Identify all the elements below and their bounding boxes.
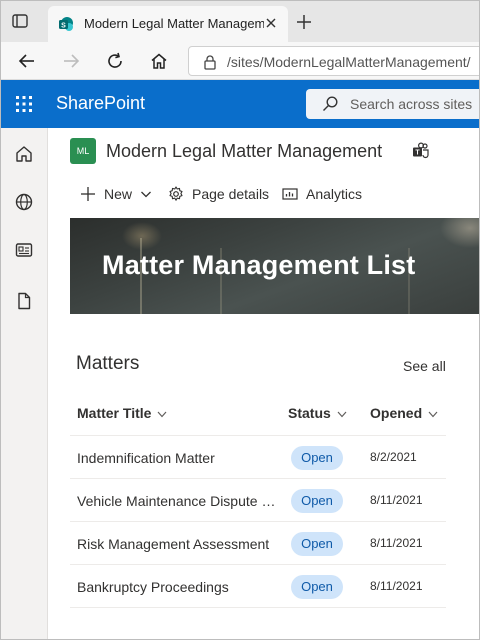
home-icon[interactable] — [150, 52, 168, 70]
column-header-label: Status — [288, 405, 331, 421]
url-text: /sites/ModernLegalMatterManagement/ — [227, 54, 471, 70]
column-header-matter-title[interactable]: Matter Title — [77, 405, 167, 421]
column-header-opened[interactable]: Opened — [370, 405, 438, 421]
window-icon[interactable] — [12, 14, 28, 28]
opened-date: 8/2/2021 — [370, 450, 417, 464]
lock-icon[interactable] — [203, 54, 217, 70]
forward-arrow-icon[interactable] — [62, 52, 80, 70]
new-button[interactable]: New — [104, 186, 132, 202]
teams-icon[interactable]: T — [412, 142, 430, 160]
news-icon[interactable] — [14, 240, 34, 260]
opened-date: 8/11/2021 — [370, 536, 423, 550]
column-header-label: Matter Title — [77, 405, 152, 421]
plus-icon — [81, 187, 95, 201]
opened-date: 8/11/2021 — [370, 493, 423, 507]
tab-title: Modern Legal Matter Management — [84, 16, 264, 31]
matter-title[interactable]: Indemnification Matter — [77, 450, 277, 466]
gear-icon — [169, 186, 183, 201]
column-header-status[interactable]: Status — [288, 405, 347, 421]
home-icon[interactable] — [14, 144, 34, 164]
address-bar: /sites/ModernLegalMatterManagement/ — [0, 42, 480, 80]
browser-tab-strip: S Modern Legal Matter Management — [0, 0, 480, 42]
search-input[interactable]: Search across sites — [306, 89, 480, 119]
analytics-icon — [282, 188, 298, 200]
matter-title[interactable]: Risk Management Assessment — [77, 536, 277, 552]
document-icon[interactable] — [14, 291, 34, 311]
refresh-icon[interactable] — [106, 52, 124, 70]
browser-tab[interactable]: S Modern Legal Matter Management — [48, 6, 288, 42]
column-header-label: Opened — [370, 405, 423, 421]
search-placeholder: Search across sites — [350, 96, 473, 112]
opened-date: 8/11/2021 — [370, 579, 423, 593]
status-badge: Open — [291, 446, 343, 470]
app-launcher-icon[interactable] — [16, 96, 32, 112]
status-badge: Open — [291, 489, 343, 513]
chevron-down-icon[interactable] — [140, 188, 152, 200]
left-app-bar — [0, 128, 48, 640]
page-details-button[interactable]: Page details — [192, 186, 269, 202]
table-row[interactable]: Risk Management Assessment Open 8/11/202… — [70, 522, 446, 565]
chevron-down-icon — [337, 411, 347, 418]
table-row[interactable]: Indemnification Matter Open 8/2/2021 — [70, 436, 446, 479]
app-name[interactable]: SharePoint — [56, 93, 145, 114]
command-bar: New Page details Analytics — [48, 176, 480, 216]
status-badge: Open — [291, 532, 343, 556]
svg-text:S: S — [61, 23, 66, 30]
sharepoint-favicon-icon: S — [59, 17, 73, 31]
url-input[interactable]: /sites/ModernLegalMatterManagement/ — [188, 46, 480, 76]
web-part-title: Matters — [76, 353, 140, 374]
list-header: Matter Title Status Opened — [70, 393, 446, 436]
hero-banner: Matter Management List — [70, 218, 480, 314]
analytics-button[interactable]: Analytics — [306, 186, 362, 202]
table-row[interactable]: Vehicle Maintenance Dispute Resolution O… — [70, 479, 446, 522]
back-arrow-icon[interactable] — [18, 52, 36, 70]
table-row[interactable]: Bankruptcy Proceedings Open 8/11/2021 — [70, 565, 446, 608]
suite-bar: SharePoint Search across sites — [0, 80, 480, 128]
svg-text:T: T — [415, 150, 420, 157]
matter-title[interactable]: Vehicle Maintenance Dispute Resolution — [77, 493, 277, 509]
site-title[interactable]: Modern Legal Matter Management — [106, 141, 382, 162]
status-badge: Open — [291, 575, 343, 599]
close-icon[interactable] — [264, 16, 278, 30]
site-logo[interactable]: ML — [70, 138, 96, 164]
see-all-link[interactable]: See all — [403, 358, 446, 374]
banner-title: Matter Management List — [102, 250, 416, 280]
search-icon — [323, 96, 338, 111]
globe-icon[interactable] — [14, 192, 34, 212]
plus-icon[interactable] — [296, 14, 312, 30]
chevron-down-icon — [428, 411, 438, 418]
matter-title[interactable]: Bankruptcy Proceedings — [77, 579, 277, 595]
chevron-down-icon — [157, 411, 167, 418]
